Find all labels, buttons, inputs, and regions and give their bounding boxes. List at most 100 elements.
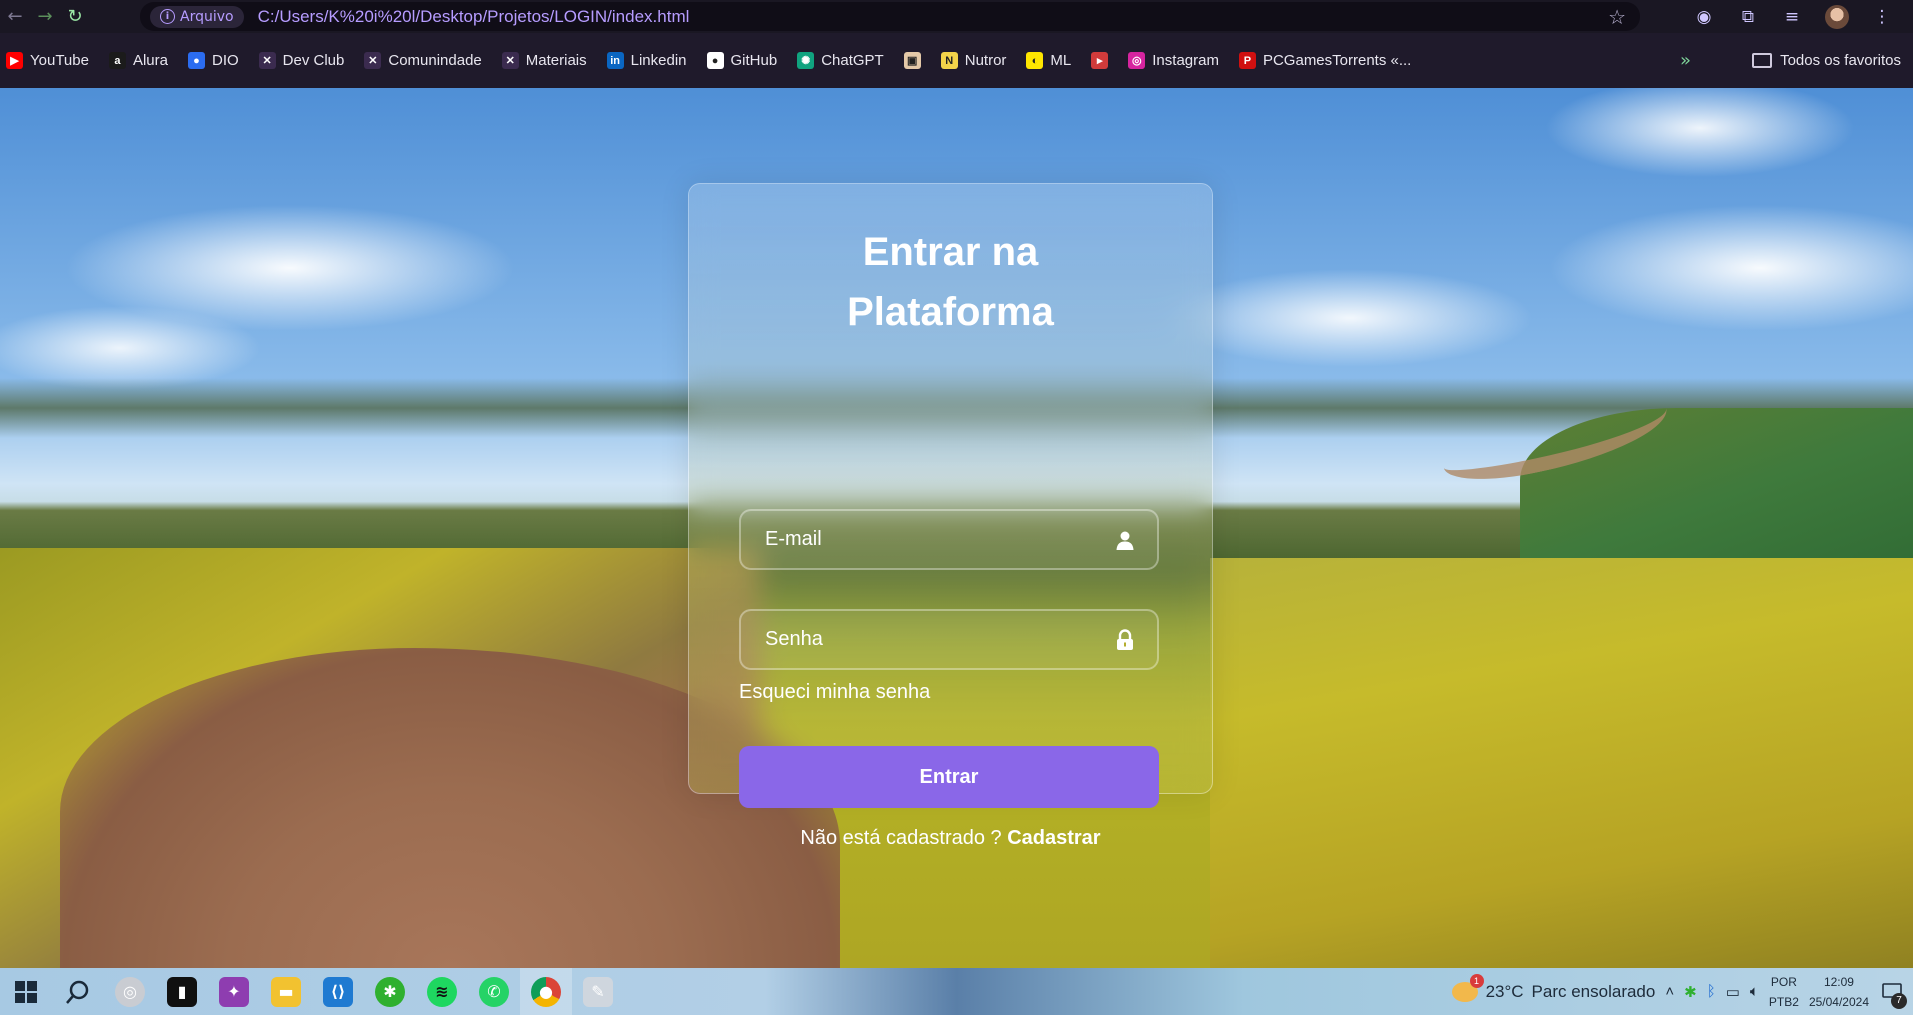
spotify-icon: ≋ bbox=[427, 976, 457, 1007]
folder-icon: ▬ bbox=[271, 976, 301, 1007]
forward-icon[interactable]: → bbox=[30, 2, 60, 32]
windows-taskbar: ◎ ▮ ✦ ▬ ⟨⟩ ✱ ≋ ✆ ● ✎ 1 23°C Parc ensolar… bbox=[0, 968, 1913, 1015]
bookmark-item[interactable]: ✺ ChatGPT bbox=[797, 52, 884, 69]
bookmark-item[interactable]: ● DIO bbox=[187, 52, 239, 69]
menu-kebab-icon[interactable]: ⋮ bbox=[1871, 6, 1893, 28]
address-bar[interactable]: i Arquivo C:/Users/K%20i%20l/Desktop/Pro… bbox=[140, 2, 1640, 31]
bookmark-favicon-icon: ◎ bbox=[1128, 52, 1146, 69]
taskbar-app-whatsapp[interactable]: ✆ bbox=[468, 968, 520, 1015]
bookmark-item[interactable]: ● GitHub bbox=[706, 52, 777, 69]
bookmark-label: PCGamesTorrents «... bbox=[1262, 52, 1412, 69]
bookmark-label: Alura bbox=[132, 52, 168, 69]
info-icon: i bbox=[160, 9, 175, 24]
sun-cloud-icon: 1 bbox=[1451, 973, 1484, 1002]
bookmark-item[interactable]: ◐ ML bbox=[1026, 52, 1071, 69]
user-icon bbox=[1113, 528, 1137, 552]
browser-toolbar: ← → ↻ i Arquivo C:/Users/K%20i%20l/Deskt… bbox=[0, 0, 1913, 33]
notifications-icon[interactable]: 7 bbox=[1879, 979, 1907, 1009]
more-bookmarks-icon[interactable]: » bbox=[1680, 50, 1691, 71]
start-button[interactable] bbox=[0, 968, 52, 1015]
search-icon[interactable] bbox=[52, 968, 104, 1015]
bookmark-label: ChatGPT bbox=[821, 52, 884, 69]
site-info-chip[interactable]: i Arquivo bbox=[150, 5, 244, 28]
bookmark-favicon-icon: ✕ bbox=[258, 52, 276, 69]
chevron-up-icon[interactable]: ˄ bbox=[1665, 983, 1674, 1000]
bookmark-label: Nutror bbox=[964, 52, 1007, 69]
paint-icon: ✎ bbox=[583, 976, 613, 1007]
bookmark-favicon-icon: ▶ bbox=[6, 52, 23, 69]
bookmark-favicon-icon: ✕ bbox=[501, 52, 519, 69]
folder-icon bbox=[1752, 53, 1773, 68]
bookmark-item[interactable]: ✕ Comunindade bbox=[364, 52, 482, 69]
taskbar-app-paint[interactable]: ✎ bbox=[572, 968, 624, 1015]
chrome-icon: ● bbox=[531, 976, 561, 1007]
register-prompt: Não está cadastrado ? Cadastrar bbox=[800, 827, 1101, 849]
bookmark-label: Instagram bbox=[1152, 52, 1219, 69]
bookmark-label: ML bbox=[1050, 52, 1072, 69]
email-input[interactable] bbox=[765, 528, 1113, 551]
game-icon: ✦ bbox=[219, 976, 249, 1007]
bookmark-item[interactable]: N Nutror bbox=[940, 52, 1007, 69]
taskbar-app-game[interactable]: ✦ bbox=[208, 968, 260, 1015]
windows-logo-icon bbox=[15, 980, 37, 1003]
page-viewport: Entrar na Plataforma Esqueci bbox=[0, 88, 1913, 968]
bookmark-item[interactable]: P PCGamesTorrents «... bbox=[1238, 52, 1412, 69]
taskbar-app-audio[interactable]: ▮ bbox=[156, 968, 208, 1015]
bookmark-favicon-icon: in bbox=[606, 52, 624, 69]
bookmark-item[interactable]: ▸ bbox=[1091, 52, 1109, 69]
url-text[interactable]: C:/Users/K%20i%20l/Desktop/Projetos/LOGI… bbox=[258, 7, 690, 27]
bookmark-item[interactable]: ▶ YouTube bbox=[6, 52, 89, 69]
bookmark-favicon-icon: a bbox=[108, 52, 126, 69]
login-button[interactable]: Entrar bbox=[739, 746, 1159, 808]
bookmark-label: Dev Club bbox=[282, 52, 345, 69]
taskbar-app-explorer[interactable]: ▬ bbox=[260, 968, 312, 1015]
login-title: Entrar na Plataforma bbox=[847, 230, 1054, 334]
network-icon[interactable]: ▭ bbox=[1726, 983, 1740, 1001]
language-indicator[interactable]: POR PTB2 bbox=[1769, 972, 1799, 1012]
background-canola-field-right bbox=[1210, 558, 1913, 968]
taskbar-app-razer[interactable]: ✱ bbox=[364, 968, 416, 1015]
bookmark-favicon-icon: ✺ bbox=[797, 52, 815, 69]
bookmark-item[interactable]: ◎ Instagram bbox=[1128, 52, 1219, 69]
bookmark-label: Materiais bbox=[525, 52, 587, 69]
bookmark-item[interactable]: a Alura bbox=[108, 52, 168, 69]
profile-avatar[interactable] bbox=[1825, 4, 1849, 29]
razer-tray-icon[interactable]: ✱ bbox=[1684, 983, 1697, 1001]
bookmark-label: DIO bbox=[211, 52, 239, 69]
bookmark-label: Linkedin bbox=[630, 52, 687, 69]
bookmark-favicon-icon: N bbox=[940, 52, 958, 69]
password-input[interactable] bbox=[765, 628, 1113, 651]
bookmark-favicon-icon: ✕ bbox=[364, 52, 382, 69]
forgot-password-link[interactable]: Esqueci minha senha bbox=[739, 681, 930, 704]
bookmark-favicon-icon: ● bbox=[706, 52, 724, 69]
bookmark-favicon-icon: P bbox=[1238, 52, 1256, 69]
back-icon[interactable]: ← bbox=[0, 2, 30, 32]
bookmark-item[interactable]: ▣ bbox=[903, 52, 921, 69]
email-field[interactable] bbox=[739, 509, 1159, 570]
taskbar-app-vscode[interactable]: ⟨⟩ bbox=[312, 968, 364, 1015]
bookmark-label: YouTube bbox=[30, 52, 89, 69]
taskbar-app-chrome[interactable]: ● bbox=[520, 968, 572, 1015]
bookmark-favicon-icon: ◐ bbox=[1026, 52, 1044, 69]
incognito-extension-icon[interactable]: ◉ bbox=[1693, 6, 1715, 28]
bluetooth-icon[interactable]: ᛒ bbox=[1707, 983, 1716, 1000]
password-field[interactable] bbox=[739, 609, 1159, 670]
bookmark-favicon-icon: ● bbox=[187, 52, 205, 69]
weather-widget[interactable]: 1 23°C Parc ensolarado bbox=[1451, 973, 1655, 1002]
all-bookmarks-folder[interactable]: Todos os favoritos bbox=[1752, 52, 1901, 69]
clock[interactable]: 12:09 25/04/2024 bbox=[1809, 972, 1869, 1012]
reading-list-icon[interactable]: ≡ bbox=[1781, 6, 1803, 28]
bookmark-item[interactable]: ✕ Materiais bbox=[501, 52, 587, 69]
volume-icon[interactable]: 🔈︎ bbox=[1750, 983, 1759, 1000]
bookmark-item[interactable]: ✕ Dev Club bbox=[258, 52, 345, 69]
bookmark-item[interactable]: in Linkedin bbox=[606, 52, 687, 69]
bookmark-star-icon[interactable]: ☆ bbox=[1608, 5, 1626, 29]
bookmark-favicon-icon: ▸ bbox=[1091, 52, 1109, 69]
vscode-icon: ⟨⟩ bbox=[323, 976, 353, 1007]
razer-icon: ✱ bbox=[375, 976, 405, 1007]
register-link[interactable]: Cadastrar bbox=[1007, 827, 1100, 849]
extensions-puzzle-icon[interactable]: ⧉ bbox=[1737, 6, 1759, 28]
taskbar-app-media[interactable]: ◎ bbox=[104, 968, 156, 1015]
taskbar-app-spotify[interactable]: ≋ bbox=[416, 968, 468, 1015]
reload-icon[interactable]: ↻ bbox=[60, 2, 90, 32]
